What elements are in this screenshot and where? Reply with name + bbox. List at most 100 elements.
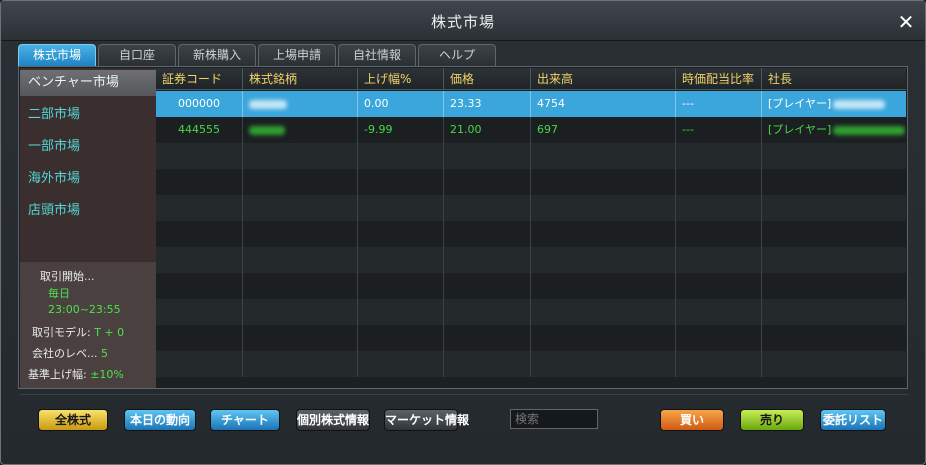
action-bar: 全株式 本日の動向 チャート 個別株式情報 マーケット情報 買い 売り 委託リス… xyxy=(20,394,908,438)
close-icon[interactable]: ✕ xyxy=(895,11,917,33)
sidebar-item-venture-market[interactable]: ベンチャー市場 xyxy=(20,70,156,96)
cell-price: 21.00 xyxy=(444,117,531,143)
price-limit-row: 基準上げ幅: ±10% xyxy=(28,366,124,382)
empty-cell xyxy=(444,169,531,195)
empty-cell xyxy=(358,273,444,299)
cell-code: 444555 xyxy=(156,117,243,143)
tab-company-info[interactable]: 自社情報 xyxy=(338,44,416,66)
sidebar-item-second-section[interactable]: 二部市場 xyxy=(20,102,156,128)
empty-cell xyxy=(531,143,676,169)
stock-table: 証券コード 株式銘柄 上げ幅% 価格 出来高 時価配当比率 社長 000000 … xyxy=(156,68,906,388)
empty-cell xyxy=(156,351,243,377)
company-level-row: 会社のレベ... 5 xyxy=(32,345,108,361)
empty-cell xyxy=(243,351,358,377)
blurred-player-name xyxy=(833,125,906,135)
order-list-button[interactable]: 委託リスト xyxy=(820,409,886,431)
market-info-button[interactable]: マーケット情報 xyxy=(384,409,469,431)
column-header-president[interactable]: 社長 xyxy=(762,68,906,90)
price-limit-label: 基準上げ幅: xyxy=(28,368,87,381)
empty-cell xyxy=(531,169,676,195)
empty-cell xyxy=(444,247,531,273)
table-row[interactable]: 000000 0.00 23.33 4754 --- [プレイヤー] xyxy=(156,91,906,117)
empty-cell xyxy=(358,143,444,169)
tab-listing-application[interactable]: 上場申請 xyxy=(258,44,336,66)
table-row-empty xyxy=(156,221,906,247)
empty-cell xyxy=(358,195,444,221)
empty-cell xyxy=(531,351,676,377)
empty-cell xyxy=(243,247,358,273)
empty-cell xyxy=(243,143,358,169)
trading-model-value: T + 0 xyxy=(94,326,125,339)
window-title: 株式市場 xyxy=(430,13,495,31)
column-header-volume[interactable]: 出来高 xyxy=(531,68,676,90)
tab-stock-market[interactable]: 株式市場 xyxy=(18,44,96,66)
individual-stock-info-button[interactable]: 個別株式情報 xyxy=(296,409,370,431)
empty-cell xyxy=(156,169,243,195)
sidebar-item-label: 二部市場 xyxy=(28,107,81,122)
empty-cell xyxy=(531,273,676,299)
blurred-player-name xyxy=(833,99,886,109)
trading-model-row: 取引モデル: T + 0 xyxy=(32,324,124,340)
empty-cell xyxy=(531,299,676,325)
title-bar[interactable]: 株式市場 ✕ xyxy=(1,1,925,41)
trading-start-label: 取引開始... xyxy=(40,270,95,283)
column-header-change[interactable]: 上げ幅% xyxy=(358,68,444,90)
column-header-stock-name[interactable]: 株式銘柄 xyxy=(243,68,358,90)
empty-cell xyxy=(358,299,444,325)
chart-button[interactable]: チャート xyxy=(210,409,280,431)
cell-volume: 4754 xyxy=(531,91,676,117)
tab-own-account[interactable]: 自口座 xyxy=(98,44,176,66)
empty-cell xyxy=(676,351,762,377)
empty-cell xyxy=(243,273,358,299)
empty-cell xyxy=(156,273,243,299)
sell-button[interactable]: 売り xyxy=(740,409,804,431)
today-trend-button[interactable]: 本日の動向 xyxy=(124,409,196,431)
empty-cell xyxy=(156,247,243,273)
empty-cell xyxy=(676,143,762,169)
company-level-label: 会社のレベ... xyxy=(32,347,98,360)
market-info-panel: 取引開始... 毎日 23:00~23:55 取引モデル: T + 0 会社のレ… xyxy=(20,262,156,388)
blurred-stock-name xyxy=(249,125,285,135)
sidebar-item-overseas-market[interactable]: 海外市場 xyxy=(20,166,156,192)
cell-dividend-ratio: --- xyxy=(676,117,762,143)
sidebar-item-label: 店頭市場 xyxy=(28,203,81,218)
sidebar-item-first-section[interactable]: 一部市場 xyxy=(20,134,156,160)
buy-button[interactable]: 買い xyxy=(660,409,724,431)
cell-volume: 697 xyxy=(531,117,676,143)
empty-cell xyxy=(243,169,358,195)
all-stocks-button[interactable]: 全株式 xyxy=(38,409,108,431)
empty-cell xyxy=(444,351,531,377)
table-row[interactable]: 444555 -9.99 21.00 697 --- [プレイヤー] xyxy=(156,117,906,143)
empty-cell xyxy=(676,325,762,351)
table-row-empty xyxy=(156,273,906,299)
table-row-empty xyxy=(156,169,906,195)
table-row-empty xyxy=(156,299,906,325)
tab-new-shares[interactable]: 新株購入 xyxy=(178,44,256,66)
empty-cell xyxy=(676,169,762,195)
column-header-dividend-ratio[interactable]: 時価配当比率 xyxy=(676,68,762,90)
column-header-price[interactable]: 価格 xyxy=(444,68,531,90)
table-row-empty xyxy=(156,195,906,221)
cell-code: 000000 xyxy=(156,91,243,117)
price-limit-value: ±10% xyxy=(90,368,124,381)
cell-president: [プレイヤー] xyxy=(762,117,906,143)
sidebar-item-otc-market[interactable]: 店頭市場 xyxy=(20,198,156,224)
column-header-code[interactable]: 証券コード xyxy=(156,68,243,90)
empty-cell xyxy=(444,273,531,299)
empty-cell xyxy=(243,221,358,247)
empty-cell xyxy=(358,221,444,247)
empty-cell xyxy=(531,247,676,273)
company-level-value: 5 xyxy=(101,347,108,360)
empty-cell xyxy=(444,195,531,221)
empty-cell xyxy=(676,247,762,273)
sidebar-item-label: ベンチャー市場 xyxy=(28,75,119,90)
empty-cell xyxy=(358,325,444,351)
empty-cell xyxy=(531,221,676,247)
empty-cell xyxy=(156,221,243,247)
sidebar-item-label: 海外市場 xyxy=(28,171,81,186)
empty-cell xyxy=(676,195,762,221)
tab-help[interactable]: ヘルプ xyxy=(418,44,496,66)
search-input[interactable] xyxy=(510,409,598,429)
president-prefix: [プレイヤー] xyxy=(768,97,832,110)
empty-cell xyxy=(156,143,243,169)
